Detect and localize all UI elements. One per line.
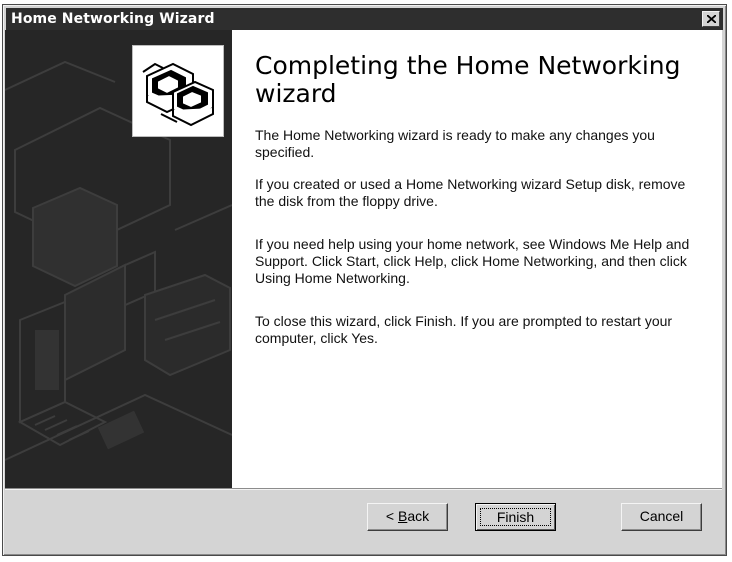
paragraph-ready: The Home Networking wizard is ready to m… xyxy=(255,127,655,160)
wizard-content: Completing the Home Networking wizard Th… xyxy=(5,30,722,488)
cancel-button[interactable]: Cancel xyxy=(621,503,702,531)
close-button[interactable] xyxy=(702,11,720,27)
back-button[interactable]: < Back xyxy=(367,503,448,531)
back-label-prefix: < xyxy=(385,508,398,524)
paragraph-help: If you need help using your home network… xyxy=(255,236,690,286)
wizard-icon-frame xyxy=(132,45,224,137)
separator-light xyxy=(5,489,722,490)
page-heading: Completing the Home Networking wizard xyxy=(255,51,681,108)
networked-computers-icon xyxy=(142,62,214,127)
finish-button[interactable]: Finish xyxy=(475,503,556,531)
title-bar[interactable]: Home Networking Wizard xyxy=(6,8,723,30)
paragraph-setup-disk: If you created or used a Home Networking… xyxy=(255,176,686,209)
back-label-rest: ack xyxy=(407,508,430,524)
cancel-label: Cancel xyxy=(639,508,684,524)
window-title: Home Networking Wizard xyxy=(11,11,215,27)
finish-focus-rect: Finish xyxy=(480,508,551,526)
finish-label: Finish xyxy=(496,509,535,525)
back-label-mnemonic: B xyxy=(397,508,408,524)
side-panel xyxy=(5,30,232,488)
close-icon xyxy=(707,15,716,23)
paragraph-close: To close this wizard, click Finish. If y… xyxy=(255,313,673,346)
